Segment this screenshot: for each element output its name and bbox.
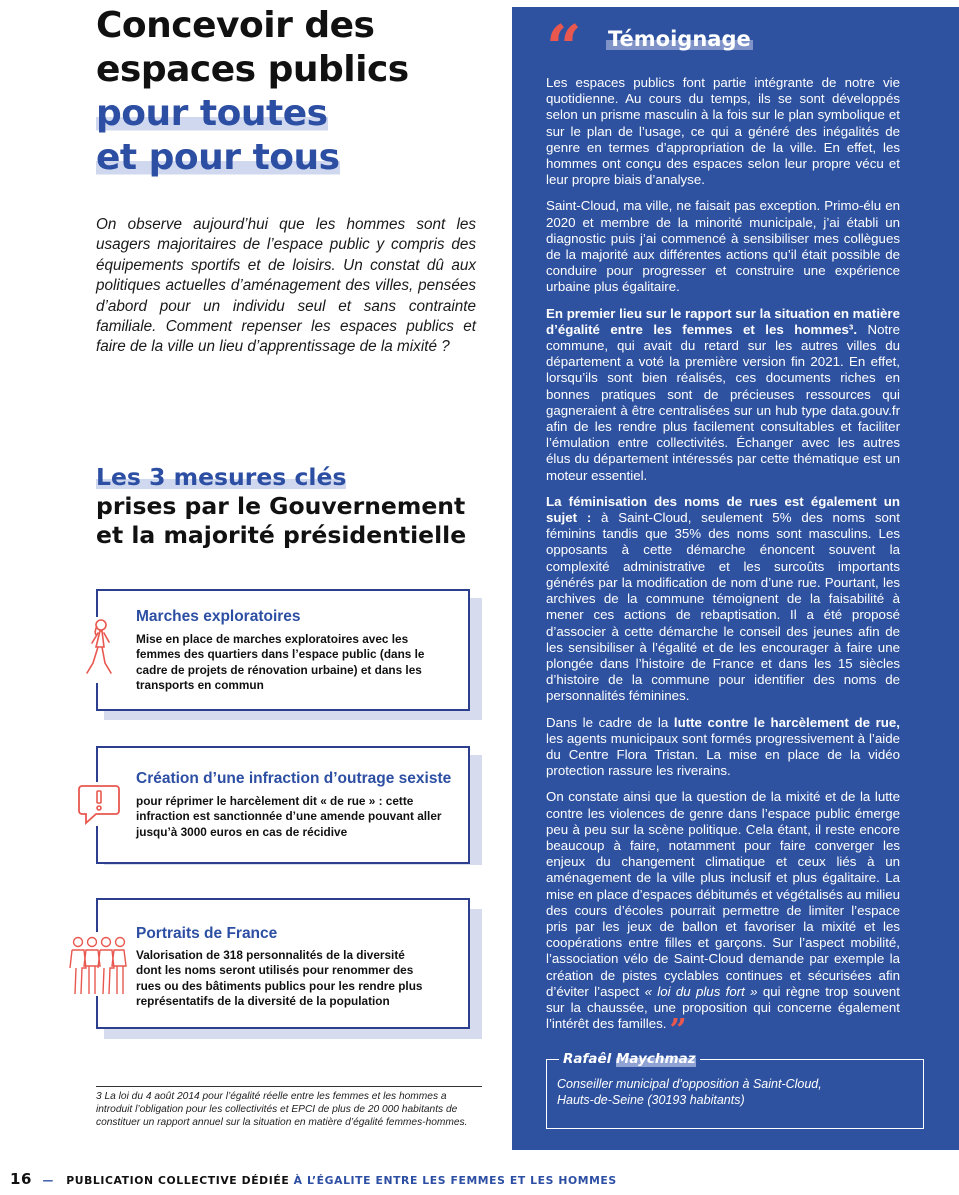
card-title: Création d’une infraction d’outrage sexi… [136,770,452,787]
testimony-paragraph: En premier lieu sur le rapport sur la si… [546,305,900,483]
title-line-1: Concevoir des [96,5,375,46]
title-line-2: espaces publics [96,49,409,90]
measure-card-marches: Marches exploratoires Mise en place de m… [82,589,470,711]
footnote-divider [96,1086,482,1087]
alert-speech-bubble-icon [78,782,120,826]
card-text: Mise en place de marches exploratoires a… [136,632,425,693]
card-text: pour réprimer le harcèlement dit « de ru… [136,794,442,839]
mesures-title-line-3: et la majorité présidentielle [96,521,467,549]
signature-name: Rafaêl Maychmaz [559,1051,700,1067]
testimony-paragraph: Les espaces publics font partie intégran… [546,75,900,188]
testimony-paragraph: Dans le cadre de la lutte contre le harc… [546,714,900,779]
group-of-people-icon [68,932,128,996]
card-text: Valorisation de 318 personnalités de la … [136,948,423,1009]
page-footer: 16 — PUBLICATION COLLECTIVE DÉDIÉE À L’É… [10,1170,950,1190]
mesures-title-line-2: prises par le Gouvernement [96,492,466,520]
card-title: Marches exploratoires [136,608,301,625]
card-title: Portraits de France [136,925,278,942]
measure-card-portraits: Portraits de France Valorisation de 318 … [68,898,470,1029]
publication-label: PUBLICATION COLLECTIVE DÉDIÉE [66,1174,290,1187]
title-line-3: pour toutes [96,93,328,134]
testimony-panel: “ Témoignage Les espaces publics font pa… [512,7,959,1150]
testimony-paragraph: On constate ainsi que la question de la … [546,789,901,1049]
measure-card-outrage: Création d’une infraction d’outrage sexi… [78,746,470,864]
footnote: 3 La loi du 4 août 2014 pour l’égalité r… [96,1091,468,1128]
close-quote-icon: ” [669,1013,687,1049]
mesures-title-line-1: Les 3 mesures clés [96,463,347,491]
intro-paragraph: On observe aujourd’hui que les hommes so… [96,216,476,356]
testimony-paragraph: Saint-Cloud, ma ville, ne faisait pas ex… [546,198,900,295]
signature-role: Conseiller municipal d’opposition à Sain… [557,1077,822,1107]
signature-box: Rafaêl Maychmaz Conseiller municipal d’o… [546,1051,924,1129]
page-title: Concevoir des espaces publics pour toute… [96,4,496,180]
testimony-paragraph: La féminisation des noms de rues est éga… [546,493,900,704]
page-number: 16 [10,1170,33,1188]
title-line-4: et pour tous [96,137,340,178]
mesures-title: Les 3 mesures clés prises par le Gouvern… [96,463,496,550]
walking-woman-icon [82,617,118,683]
publication-topic: À L’ÉGALITE ENTRE LES FEMMES ET LES HOMM… [293,1174,617,1187]
testimony-title: Témoignage [606,27,753,51]
footer-dash: — [42,1174,54,1187]
testimony-body: Les espaces publics font partie intégran… [546,75,900,1046]
open-quote-icon: “ [546,11,582,84]
